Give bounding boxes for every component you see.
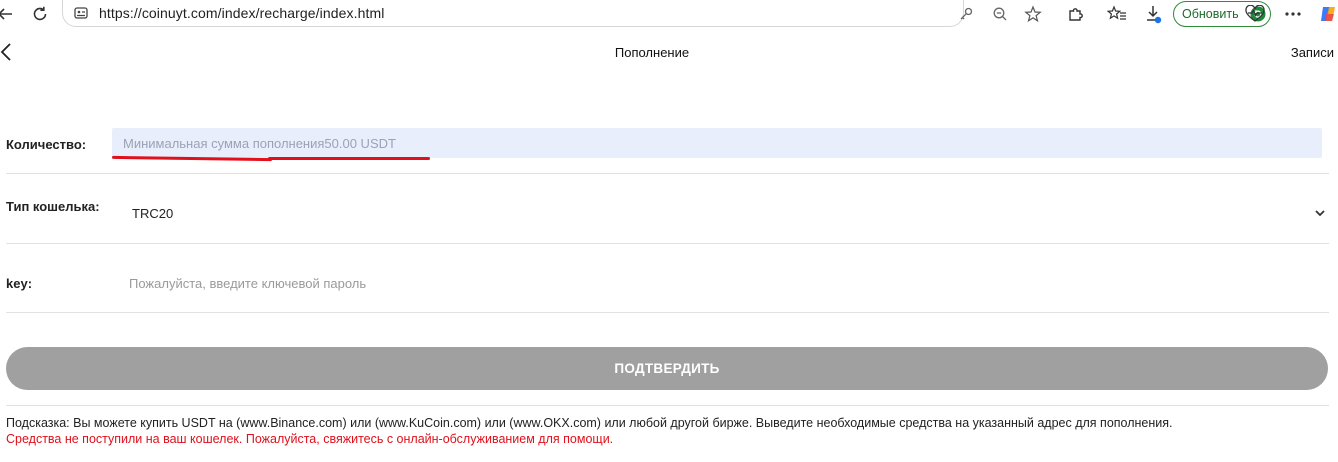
records-link[interactable]: Записи xyxy=(1291,45,1334,60)
heartbeat-icon[interactable] xyxy=(1244,3,1266,25)
page-title: Пополнение xyxy=(614,45,690,60)
download-icon[interactable] xyxy=(1143,3,1165,25)
star-icon[interactable] xyxy=(1022,3,1044,25)
amount-label: Количество: xyxy=(6,137,87,152)
puzzle-icon[interactable] xyxy=(1065,3,1087,25)
arrow-left-icon[interactable] xyxy=(0,3,16,25)
key-input[interactable] xyxy=(118,270,1318,296)
url-text[interactable]: https://coinuyt.com/index/recharge/index… xyxy=(99,5,384,21)
amount-input[interactable] xyxy=(112,128,1322,158)
reload-icon[interactable] xyxy=(29,3,51,25)
more-icon[interactable] xyxy=(1282,3,1304,25)
favorites-icon[interactable] xyxy=(1106,3,1128,25)
hint-text: Подсказка: Вы можете купить USDT на (www… xyxy=(6,416,1173,430)
zoom-out-icon[interactable] xyxy=(989,3,1011,25)
key-label: key: xyxy=(6,276,33,291)
wallet-select[interactable]: TRC20 xyxy=(132,206,173,221)
warning-text: Средства не поступили на ваш кошелек. По… xyxy=(6,432,614,446)
confirm-button[interactable]: ПОДТВЕРДИТЬ xyxy=(6,347,1328,390)
site-info-icon[interactable] xyxy=(71,3,91,23)
wallet-label: Тип кошелька: xyxy=(6,199,100,214)
browser-toolbar: https://coinuyt.com/index/recharge/index… xyxy=(0,0,1338,28)
copilot-icon[interactable] xyxy=(1318,3,1338,25)
address-bar[interactable]: https://coinuyt.com/index/recharge/index… xyxy=(62,0,1042,27)
divider xyxy=(6,405,1329,406)
wallet-row[interactable]: Тип кошелька: xyxy=(6,174,1329,244)
key-icon[interactable] xyxy=(955,3,977,25)
annotation-underline xyxy=(268,157,430,160)
chevron-down-icon[interactable] xyxy=(1314,206,1326,218)
update-label: Обновить xyxy=(1182,7,1239,21)
